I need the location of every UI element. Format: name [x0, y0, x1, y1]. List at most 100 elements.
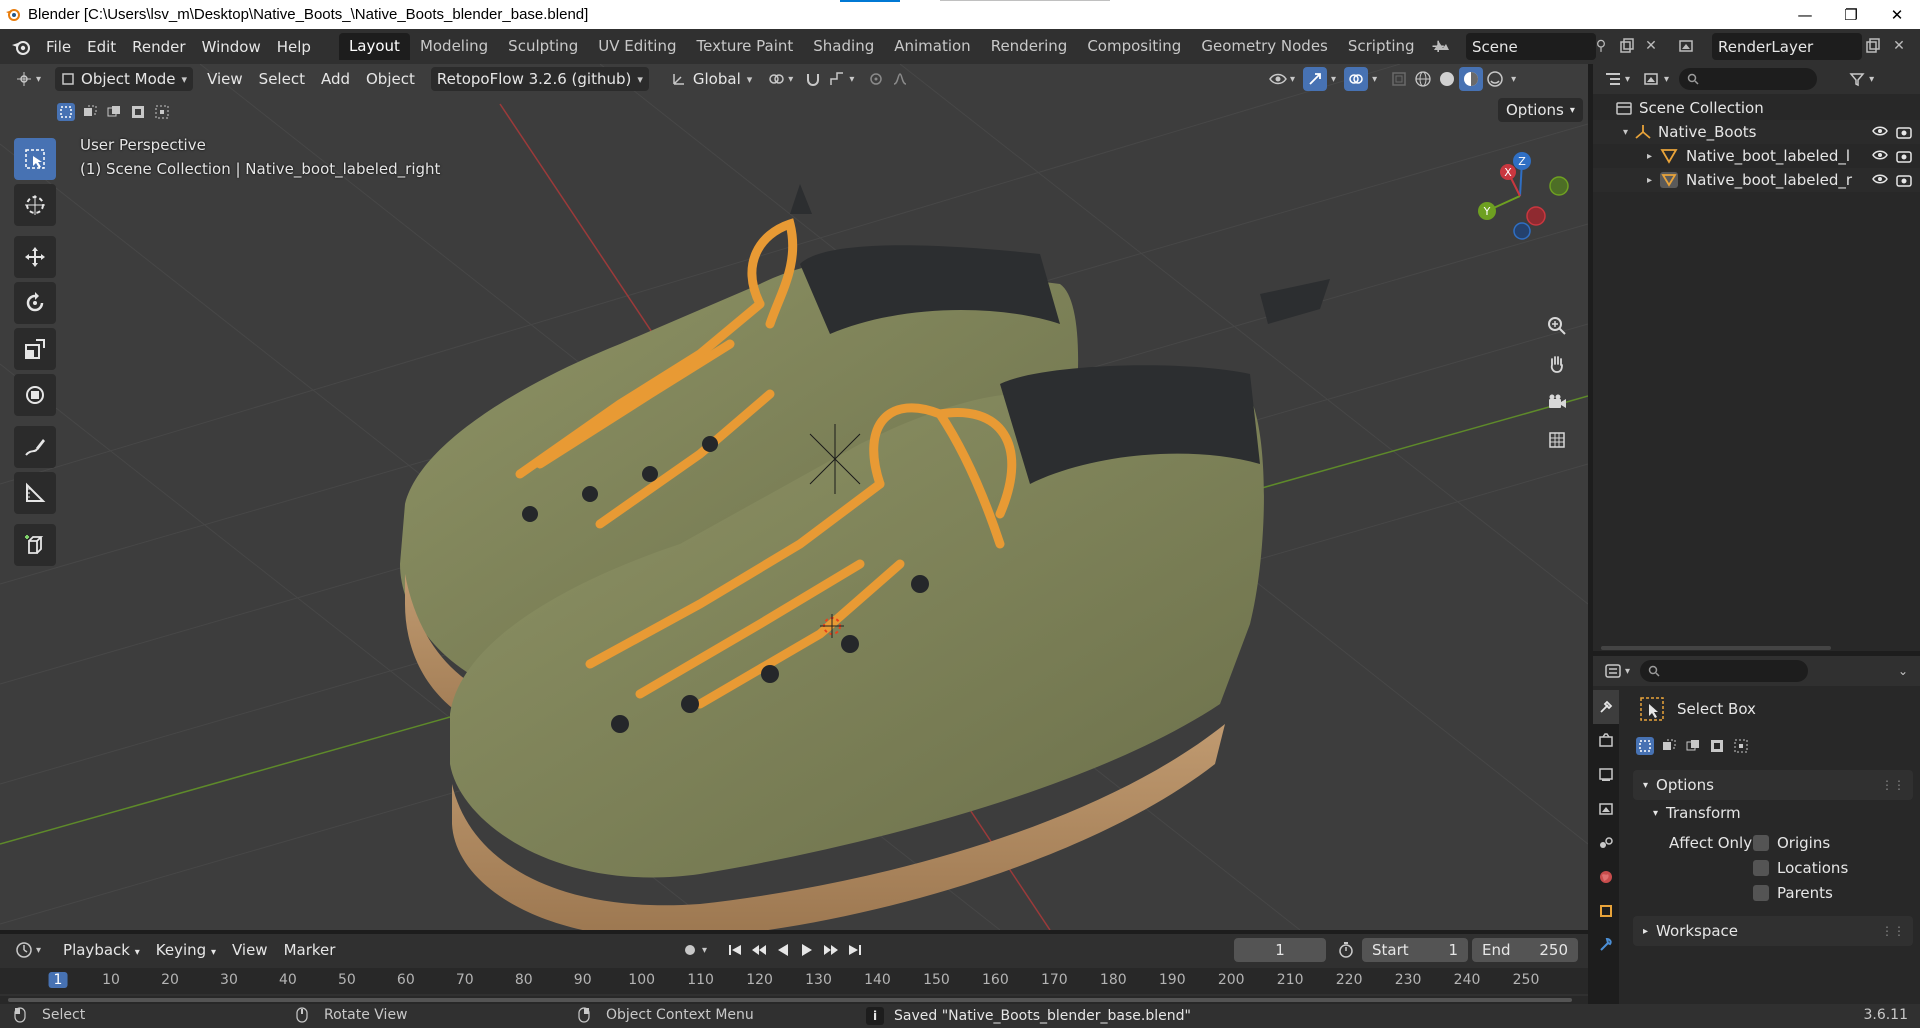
timeline-menu-playback[interactable]: Playback ▾ — [55, 941, 148, 959]
tab-geometry-nodes[interactable]: Geometry Nodes — [1191, 33, 1338, 60]
camera-render-icon[interactable] — [1896, 173, 1912, 187]
tab-animation[interactable]: Animation — [884, 33, 980, 60]
tree-row-native-boot-right[interactable]: ▸ Native_boot_labeled_r — [1593, 168, 1920, 192]
properties-editor-type-icon[interactable] — [1601, 659, 1625, 683]
origins-checkbox-row[interactable]: Origins — [1753, 834, 1830, 852]
material-preview-shading-icon[interactable] — [1459, 67, 1484, 91]
camera-render-icon[interactable] — [1896, 149, 1912, 163]
properties-editor-chevron-icon[interactable]: ▾ — [1625, 666, 1630, 677]
tab-scene-icon[interactable] — [1593, 826, 1619, 860]
solid-shading-icon[interactable] — [1435, 67, 1459, 91]
prop-select-subtract-icon[interactable] — [1681, 734, 1705, 758]
snap-chevron-icon[interactable]: ▾ — [849, 74, 854, 85]
viewport-menu-select[interactable]: Select — [251, 70, 313, 88]
pivot-chevron-icon[interactable]: ▾ — [788, 74, 793, 85]
select-intersect-icon[interactable] — [150, 100, 174, 124]
timeline-menu-keying[interactable]: Keying ▾ — [148, 941, 224, 959]
orientation-dropdown[interactable]: Global ▾ — [665, 67, 758, 91]
tab-modeling[interactable]: Modeling — [410, 33, 498, 60]
view-layer-browse-icon[interactable] — [1676, 35, 1698, 57]
overlays-chevron-icon[interactable]: ▾ — [1372, 74, 1377, 85]
expand-native-boots-icon[interactable]: ▾ — [1623, 127, 1628, 138]
new-view-layer-icon[interactable] — [1862, 35, 1884, 57]
transform-subpanel-header[interactable]: ▾ Transform — [1653, 800, 1741, 826]
filter-icon[interactable] — [1845, 67, 1869, 91]
visibility-eye-icon[interactable] — [1266, 67, 1290, 91]
frame-ruler[interactable]: 1 10 20 30 40 50 60 70 80 90 100 110 120 130 140 150 160… — [0, 968, 1588, 994]
perspective-toggle-icon[interactable] — [1539, 422, 1575, 458]
tab-render-icon[interactable] — [1593, 724, 1619, 758]
zoom-icon[interactable] — [1539, 308, 1575, 344]
wireframe-shading-icon[interactable] — [1411, 67, 1435, 91]
tab-modifiers-icon[interactable] — [1593, 928, 1619, 962]
jump-keyframe-forward-icon[interactable] — [819, 938, 843, 962]
properties-options-chevron-icon[interactable]: ⌄ — [1898, 664, 1908, 678]
outliner-scrollbar[interactable] — [1601, 646, 1831, 650]
viewport-menu-add[interactable]: Add — [313, 70, 358, 88]
viewport-options-dropdown[interactable]: Options ▾ — [1498, 98, 1583, 122]
tab-layout[interactable]: Layout — [338, 33, 410, 60]
transform-tool-icon[interactable] — [14, 374, 56, 416]
select-subtract-icon[interactable] — [102, 100, 126, 124]
cursor-tool-icon[interactable] — [14, 184, 56, 226]
viewport-menu-object[interactable]: Object — [358, 70, 423, 88]
view-layer-field[interactable]: RenderLayer — [1712, 33, 1862, 60]
current-frame-field[interactable]: 1 — [1234, 938, 1326, 962]
menu-window[interactable]: Window — [194, 34, 269, 60]
display-mode-icon[interactable] — [1640, 67, 1664, 91]
3d-viewport[interactable]: User Perspective (1) Scene Collection | … — [0, 64, 1588, 930]
shading-chevron-icon[interactable]: ▾ — [1511, 74, 1516, 85]
options-subpanel-header[interactable]: ▾ Options ⋮⋮ — [1633, 770, 1913, 800]
drag-handle-icon[interactable]: ⋮⋮ — [1881, 778, 1905, 792]
timeline-menu-view[interactable]: View — [224, 941, 276, 959]
editor-type-chevron-icon[interactable]: ▾ — [36, 74, 41, 85]
falloff-curve-icon[interactable] — [888, 67, 912, 91]
origins-checkbox[interactable] — [1753, 835, 1769, 851]
tab-view-layer-icon[interactable] — [1593, 792, 1619, 826]
prop-select-new-icon[interactable] — [1633, 734, 1657, 758]
snap-magnet-icon[interactable] — [801, 67, 825, 91]
parents-checkbox[interactable] — [1753, 885, 1769, 901]
pivot-point-icon[interactable] — [764, 67, 788, 91]
eye-icon[interactable] — [1872, 173, 1888, 185]
camera-view-icon[interactable] — [1539, 384, 1575, 420]
new-scene-icon[interactable] — [1616, 35, 1638, 57]
overlays-toggle-icon[interactable] — [1344, 67, 1369, 91]
timeline-editor-chevron-icon[interactable]: ▾ — [36, 945, 41, 956]
viewport-menu-view[interactable]: View — [199, 70, 251, 88]
locations-checkbox[interactable] — [1753, 860, 1769, 876]
tree-row-native-boots[interactable]: ▾ Native_Boots — [1593, 120, 1920, 144]
properties-search-input[interactable] — [1640, 660, 1809, 682]
tab-compositing[interactable]: Compositing — [1077, 33, 1191, 60]
retopoflow-dropdown[interactable]: RetopoFlow 3.2.6 (github) ▾ — [430, 67, 649, 91]
eye-icon[interactable] — [1872, 125, 1888, 137]
snap-target-icon[interactable] — [825, 67, 849, 91]
outliner-editor-chevron-icon[interactable]: ▾ — [1625, 74, 1630, 85]
proportional-edit-icon[interactable] — [864, 67, 888, 91]
select-box-tool-icon[interactable] — [14, 138, 56, 180]
parents-checkbox-row[interactable]: Parents — [1753, 884, 1833, 902]
menu-file[interactable]: File — [38, 34, 79, 60]
preview-range-stopwatch-icon[interactable] — [1334, 938, 1358, 962]
outliner-editor-type-icon[interactable] — [1601, 67, 1625, 91]
scene-name-field[interactable]: Scene — [1466, 33, 1596, 60]
tab-tool-icon[interactable] — [1593, 690, 1619, 724]
tab-world-icon[interactable] — [1593, 860, 1619, 894]
rotate-tool-icon[interactable] — [14, 282, 56, 324]
record-chevron-icon[interactable]: ▾ — [702, 945, 707, 956]
drag-handle-icon[interactable]: ⋮⋮ — [1881, 924, 1905, 938]
menu-edit[interactable]: Edit — [79, 34, 124, 60]
scene-browse-icon[interactable] — [1430, 35, 1452, 57]
locations-checkbox-row[interactable]: Locations — [1753, 859, 1848, 877]
tab-object-icon[interactable] — [1593, 894, 1619, 928]
delete-view-layer-icon[interactable]: ✕ — [1888, 35, 1910, 57]
end-frame-field[interactable]: End 250 — [1472, 938, 1578, 962]
menu-help[interactable]: Help — [269, 34, 319, 60]
expand-boot-left-icon[interactable]: ▸ — [1647, 151, 1652, 162]
blender-logo-icon[interactable] — [8, 34, 34, 60]
prop-select-extend-icon[interactable] — [1657, 734, 1681, 758]
delete-scene-icon[interactable]: ✕ — [1640, 35, 1662, 57]
workspace-subpanel-header[interactable]: ▸ Workspace ⋮⋮ — [1633, 916, 1913, 946]
tab-rendering[interactable]: Rendering — [981, 33, 1078, 60]
jump-keyframe-back-icon[interactable] — [747, 938, 771, 962]
